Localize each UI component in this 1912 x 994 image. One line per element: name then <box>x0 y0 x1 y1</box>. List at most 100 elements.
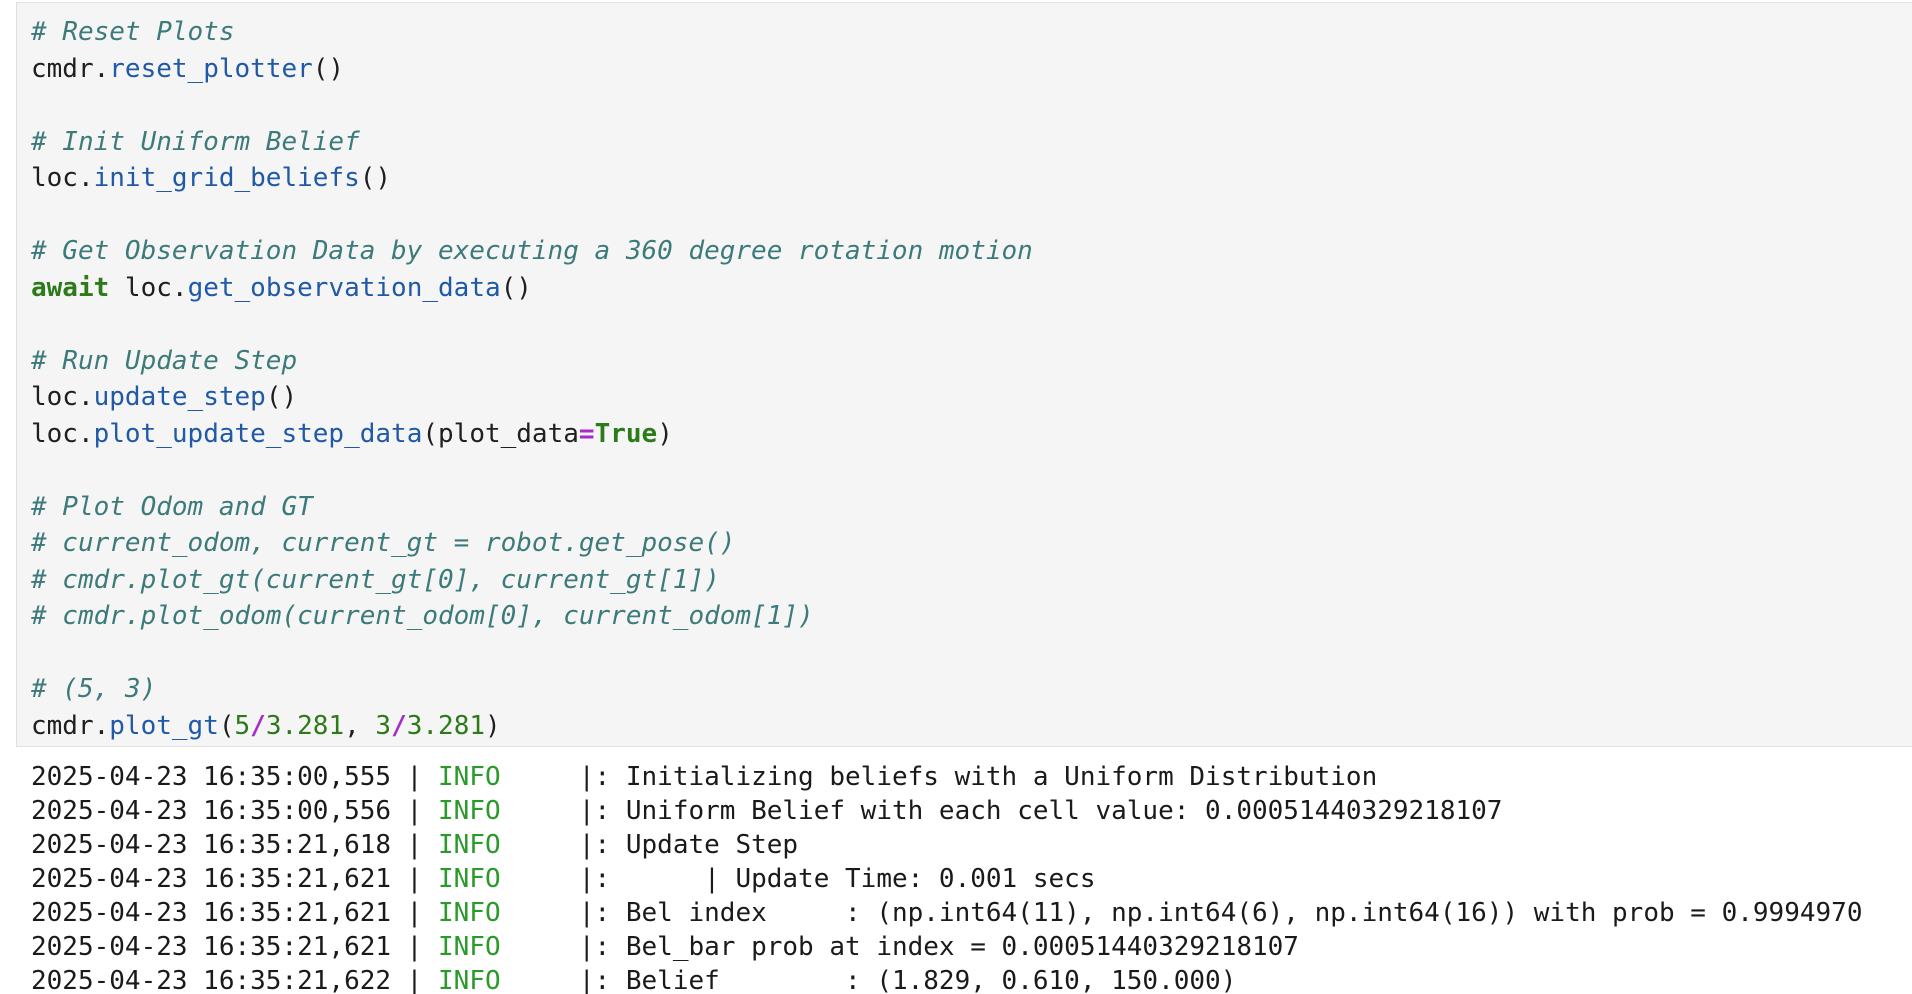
log-line: 2025-04-23 16:35:21,621 | INFO |: | Upda… <box>31 862 1912 896</box>
log-level: INFO <box>438 932 501 962</box>
code-token: ) <box>657 418 673 449</box>
log-separator: | <box>391 966 438 994</box>
log-level: INFO <box>438 762 501 792</box>
log-line: 2025-04-23 16:35:00,555 | INFO |: Initia… <box>31 760 1912 794</box>
log-message: |: Belief : (1.829, 0.610, 150.000) <box>578 966 1237 994</box>
code-token: , <box>344 710 376 741</box>
code-line: # Run Update Step <box>31 343 1912 380</box>
code-token: get_observation_data <box>187 272 501 303</box>
code-token: cmdr. <box>31 710 110 741</box>
log-padding <box>501 796 579 826</box>
log-separator: | <box>391 932 438 962</box>
log-separator: | <box>391 796 438 826</box>
code-token: loc. <box>31 418 94 449</box>
code-token: plot_gt <box>109 710 219 741</box>
code-token: () <box>265 382 298 412</box>
code-token: 3 <box>375 710 392 741</box>
log-level: INFO <box>438 830 501 860</box>
log-level: INFO <box>438 898 501 928</box>
code-token: loc. <box>109 272 188 303</box>
log-level: INFO <box>438 796 501 826</box>
code-token: # Get Observation Data by executing a 36… <box>31 236 1033 266</box>
log-level: INFO <box>438 966 501 994</box>
code-token: await <box>31 272 110 303</box>
log-timestamp: 2025-04-23 16:35:21,621 <box>31 898 392 928</box>
code-token: # (5, 3) <box>31 674 157 704</box>
code-token: 5 <box>234 710 251 741</box>
log-padding <box>501 762 579 792</box>
code-token: 3.281 <box>265 710 345 741</box>
log-timestamp: 2025-04-23 16:35:21,621 <box>31 864 392 894</box>
code-token: / <box>391 710 407 741</box>
code-token: # cmdr.plot_odom(current_odom[0], curren… <box>31 601 814 631</box>
code-line: cmdr.reset_plotter() <box>31 51 1912 88</box>
code-line: await loc.get_observation_data() <box>31 270 1912 307</box>
code-line: # Get Observation Data by executing a 36… <box>31 233 1912 270</box>
log-line: 2025-04-23 16:35:21,621 | INFO |: Bel_ba… <box>31 930 1912 964</box>
code-line: # current_odom, current_gt = robot.get_p… <box>31 525 1912 562</box>
log-message: |: Update Step <box>578 830 799 860</box>
code-token: # Reset Plots <box>31 17 235 47</box>
log-timestamp: 2025-04-23 16:35:21,618 <box>31 830 392 860</box>
code-token: loc. <box>31 163 94 193</box>
code-cell[interactable]: # Reset Plots cmdr.reset_plotter() # Init… <box>16 2 1912 747</box>
code-token: # Init Uniform Belief <box>31 126 360 157</box>
code-line: # Reset Plots <box>31 14 1912 51</box>
code-token: () <box>312 53 345 84</box>
code-token: loc. <box>31 382 94 412</box>
log-separator: | <box>391 762 438 792</box>
code-token: update_step <box>93 382 266 412</box>
log-message: |: | Update Time: 0.001 secs <box>578 864 1096 894</box>
code-line: loc.init_grid_beliefs() <box>31 160 1912 197</box>
code-line: loc.plot_update_step_data(plot_data=True… <box>31 416 1912 453</box>
log-message: |: Bel_bar prob at index = 0.00051440329… <box>578 932 1299 962</box>
code-token: ( <box>218 710 235 741</box>
code-token: () <box>500 272 532 303</box>
code-token: (plot_data <box>422 418 579 449</box>
code-token: = <box>578 418 595 449</box>
log-message: |: Uniform Belief with each cell value: … <box>578 796 1503 826</box>
log-line: 2025-04-23 16:35:21,621 | INFO |: Bel in… <box>31 896 1912 930</box>
code-line: loc.update_step() <box>31 379 1912 416</box>
log-message: |: Initializing beliefs with a Uniform D… <box>578 762 1378 792</box>
code-line: # Plot Odom and GT <box>31 489 1912 526</box>
code-token: # current_odom, current_gt = robot.get_p… <box>31 528 736 558</box>
log-line: 2025-04-23 16:35:21,618 | INFO |: Update… <box>31 828 1912 862</box>
log-timestamp: 2025-04-23 16:35:00,556 <box>31 796 392 826</box>
log-padding <box>501 932 579 962</box>
log-padding <box>501 966 579 994</box>
code-token: # Run Update Step <box>31 345 298 376</box>
log-level: INFO <box>438 864 501 894</box>
code-token: reset_plotter <box>109 53 313 84</box>
log-padding <box>501 830 579 860</box>
log-message: |: Bel index : (np.int64(11), np.int64(6… <box>578 898 1863 928</box>
code-line: # (5, 3) <box>31 671 1912 708</box>
cell-output: 2025-04-23 16:35:00,555 | INFO |: Initia… <box>31 760 1912 994</box>
log-separator: | <box>391 898 438 928</box>
code-token: () <box>359 163 392 193</box>
log-timestamp: 2025-04-23 16:35:21,622 <box>31 966 392 994</box>
log-timestamp: 2025-04-23 16:35:00,555 <box>31 762 392 792</box>
log-separator: | <box>391 830 438 860</box>
code-line: # cmdr.plot_gt(current_gt[0], current_gt… <box>31 562 1912 599</box>
code-token: 3.281 <box>406 710 486 741</box>
code-token: True <box>594 418 658 449</box>
code-token: plot_update_step_data <box>93 418 423 449</box>
code-token: # cmdr.plot_gt(current_gt[0], current_gt… <box>31 564 720 595</box>
log-line: 2025-04-23 16:35:21,622 | INFO |: Belief… <box>31 964 1912 994</box>
code-token: init_grid_beliefs <box>93 163 360 193</box>
log-padding <box>501 864 579 894</box>
code-token: ) <box>485 710 501 741</box>
code-token: / <box>250 710 266 741</box>
code-line: cmdr.plot_gt(5/3.281, 3/3.281) <box>31 708 1912 745</box>
log-timestamp: 2025-04-23 16:35:21,621 <box>31 932 392 962</box>
log-line: 2025-04-23 16:35:00,556 | INFO |: Unifor… <box>31 794 1912 828</box>
code-line: # Init Uniform Belief <box>31 124 1912 161</box>
code-token: cmdr. <box>31 53 110 84</box>
code-line: # cmdr.plot_odom(current_odom[0], curren… <box>31 598 1912 635</box>
